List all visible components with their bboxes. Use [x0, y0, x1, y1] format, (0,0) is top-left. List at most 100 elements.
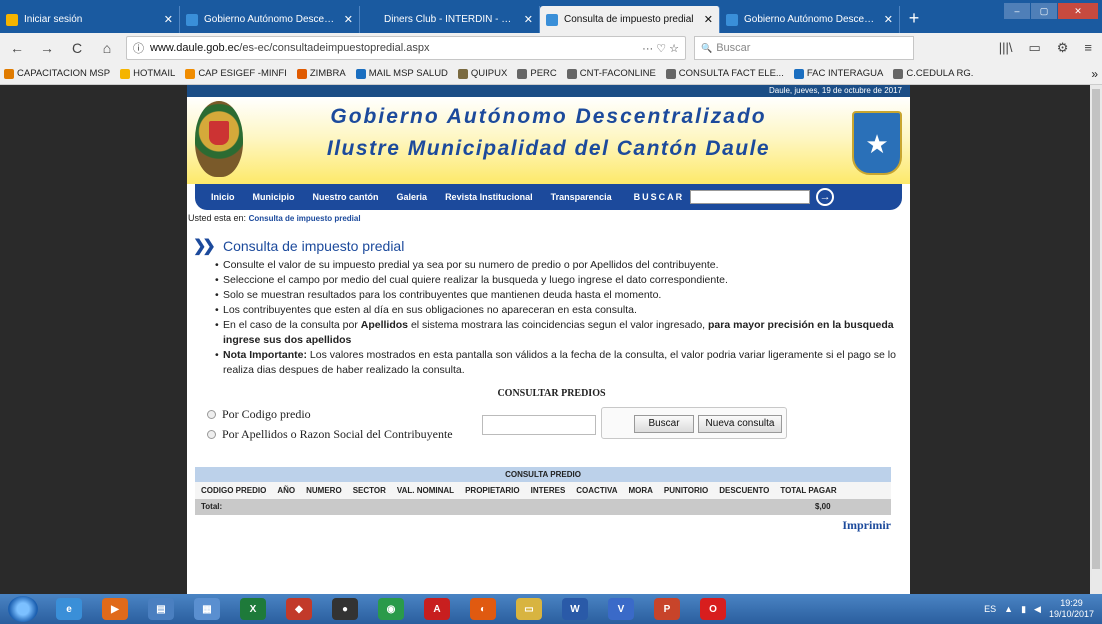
tab-4[interactable]: Gobierno Autónomo Descentra ✕	[720, 6, 900, 33]
navigation-bar: ← → C ⌂ ⓘ www.daule.gob.ec/es-ec/consult…	[0, 33, 1102, 63]
radio-codigo-predio[interactable]	[207, 410, 216, 419]
bookmarks-overflow-button[interactable]: »	[1091, 67, 1098, 81]
bookmark-favicon-icon	[457, 68, 468, 79]
button-group: Buscar Nueva consulta	[601, 407, 787, 439]
taskbar-excel-icon[interactable]: X	[240, 598, 266, 620]
tab-2[interactable]: Diners Club - INTERDIN - Carga Ma ✕	[360, 6, 540, 33]
menu-item-5[interactable]: Transparencia	[551, 192, 612, 202]
bookmark-3[interactable]: ZIMBRA	[296, 68, 346, 79]
bookmark-label: FAC INTERAGUA	[806, 68, 884, 79]
breadcrumb-prefix: Usted esta en:	[188, 213, 247, 223]
tab-0[interactable]: Iniciar sesión ✕	[0, 6, 180, 33]
bookmark-favicon-icon	[893, 68, 904, 79]
bookmark-9[interactable]: FAC INTERAGUA	[793, 68, 884, 79]
column-header: PROPIETARIO	[465, 486, 520, 495]
bookmark-2[interactable]: CAP ESIGEF -MINFI	[185, 68, 287, 79]
taskbar-word-icon[interactable]: W	[562, 598, 588, 620]
address-bar[interactable]: ⓘ www.daule.gob.ec/es-ec/consultadeimpue…	[126, 36, 686, 60]
radio-apellidos[interactable]	[207, 430, 216, 439]
tab-close-icon[interactable]: ✕	[344, 13, 353, 26]
bookmark-10[interactable]: C.CEDULA RG.	[893, 68, 973, 79]
reader-icon[interactable]: ▭	[1028, 40, 1040, 56]
network-icon[interactable]: ▮	[1021, 604, 1026, 615]
page-scrollbar[interactable]	[1090, 85, 1102, 594]
bookmark-7[interactable]: CNT-FACONLINE	[566, 68, 656, 79]
radio-apellidos-row[interactable]: Por Apellidos o Razon Social del Contrib…	[207, 427, 453, 442]
radio-codigo-row[interactable]: Por Codigo predio	[207, 407, 311, 422]
taskbar-firefox-icon[interactable]: ◐	[470, 598, 496, 620]
scrollbar-thumb[interactable]	[1092, 89, 1100, 569]
site-search-input[interactable]	[690, 190, 811, 204]
window-close-button[interactable]: ✕	[1058, 3, 1098, 19]
bookmark-6[interactable]: PERC	[517, 68, 557, 79]
taskbar-app-b-icon[interactable]: ●	[332, 598, 358, 620]
taskbar-folder-icon[interactable]: ▤	[148, 598, 174, 620]
tab-close-icon[interactable]: ✕	[524, 13, 533, 26]
bookmark-1[interactable]: HOTMAIL	[120, 68, 175, 79]
search-box[interactable]: 🔍 Buscar	[694, 36, 914, 60]
taskbar-visio-icon[interactable]: V	[608, 598, 634, 620]
site-menu: Inicio Municipio Nuestro cantón Galeria Revi…	[195, 184, 902, 210]
url-text[interactable]: www.daule.gob.ec/es-ec/consultadeimpuest…	[150, 42, 636, 54]
bookmark-8[interactable]: CONSULTA FACT ELE...	[665, 68, 784, 79]
breadcrumb-current[interactable]: Consulta de impuesto predial	[249, 214, 361, 223]
imprimir-link[interactable]: Imprimir	[195, 518, 891, 533]
buscar-button[interactable]: Buscar	[634, 415, 694, 433]
bookmark-0[interactable]: CAPACITACION MSP	[4, 68, 110, 79]
page-actions-icon[interactable]: ··· ♡ ☆	[642, 42, 679, 55]
tab-favicon-icon	[186, 13, 198, 26]
home-button[interactable]: ⌂	[96, 37, 118, 59]
double-chevron-icon: ❯❯	[193, 238, 216, 255]
instruction-item: Los contribuyentes que esten al día en s…	[215, 303, 910, 318]
tab-label: Gobierno Autónomo Descentra	[744, 14, 878, 25]
page-title: Consulta de impuesto predial	[223, 238, 405, 254]
menu-icon[interactable]: ≡	[1084, 40, 1092, 56]
buscar-label: BUSCAR	[633, 192, 685, 202]
site-subtitle: Ilustre Municipalidad del Cantón Daule	[326, 137, 771, 160]
bookmark-list: CAPACITACION MSP HOTMAIL CAP ESIGEF -MINFI…	[4, 68, 973, 79]
taskbar-acrobat-icon[interactable]: A	[424, 598, 450, 620]
forward-button[interactable]: →	[36, 37, 58, 59]
nueva-consulta-button[interactable]: Nueva consulta	[698, 415, 782, 433]
site-banner: Gobierno Autónomo Descentralizado Ilustr…	[187, 97, 910, 184]
library-icon[interactable]: |||\	[999, 40, 1013, 56]
menu-item-2[interactable]: Nuestro cantón	[313, 192, 379, 202]
new-tab-button[interactable]: +	[900, 6, 928, 33]
tray-arrow-icon[interactable]: ▲	[1004, 604, 1013, 614]
radio-codigo-label: Por Codigo predio	[222, 407, 311, 421]
tab-close-icon[interactable]: ✕	[884, 13, 893, 26]
back-button[interactable]: ←	[6, 37, 28, 59]
maximize-button[interactable]: ▢	[1031, 3, 1057, 19]
menu-item-4[interactable]: Revista Institucional	[445, 192, 533, 202]
menu-item-1[interactable]: Municipio	[253, 192, 295, 202]
search-go-icon[interactable]: →	[816, 188, 835, 206]
bookmark-label: PERC	[530, 68, 557, 79]
taskbar-ie-icon[interactable]: e	[56, 598, 82, 620]
tab-close-icon[interactable]: ✕	[164, 13, 173, 26]
tab-3[interactable]: Consulta de impuesto predial ✕	[540, 6, 720, 33]
bookmark-4[interactable]: MAIL MSP SALUD	[355, 68, 448, 79]
clock[interactable]: 19:29 19/10/2017	[1049, 598, 1094, 620]
start-button[interactable]	[8, 596, 38, 622]
tab-1[interactable]: Gobierno Autónomo Descentra ✕	[180, 6, 360, 33]
search-value-input[interactable]	[482, 415, 596, 435]
taskbar-chrome-icon[interactable]: ◉	[378, 598, 404, 620]
url-path: /es-ec/consultadeimpuestopredial.aspx	[239, 42, 430, 54]
menu-item-0[interactable]: Inicio	[211, 192, 235, 202]
menu-item-3[interactable]: Galeria	[397, 192, 428, 202]
taskbar-explorer-icon[interactable]: ▭	[516, 598, 542, 620]
taskbar-powerpoint-icon[interactable]: P	[654, 598, 680, 620]
volume-icon[interactable]: ◀	[1034, 604, 1041, 615]
taskbar-opera-icon[interactable]: O	[700, 598, 726, 620]
extension-icon[interactable]: ⚙	[1057, 40, 1069, 56]
taskbar-media-icon[interactable]: ▶	[102, 598, 128, 620]
site-info-icon[interactable]: ⓘ	[133, 40, 144, 56]
tab-close-icon[interactable]: ✕	[704, 13, 713, 26]
taskbar-app-a-icon[interactable]: ◆	[286, 598, 312, 620]
reload-button[interactable]: C	[66, 37, 88, 59]
bookmark-5[interactable]: QUIPUX	[457, 68, 507, 79]
language-indicator[interactable]: ES	[984, 604, 996, 614]
minimize-button[interactable]: –	[1004, 3, 1030, 19]
taskbar-notepad-icon[interactable]: ▦	[194, 598, 220, 620]
breadcrumb: Usted esta en: Consulta de impuesto pred…	[187, 210, 910, 226]
